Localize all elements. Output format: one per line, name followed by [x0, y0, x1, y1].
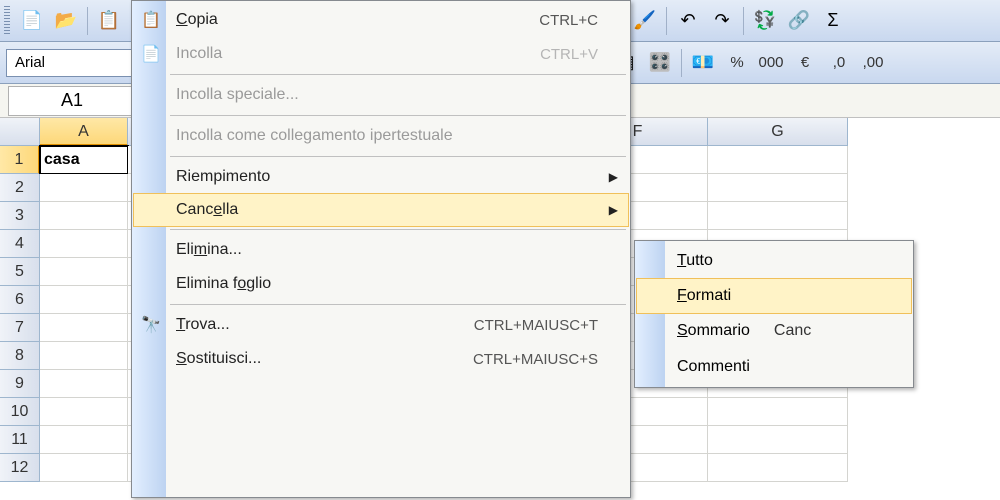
shortcut-label: Canc — [774, 322, 811, 340]
submenu-arrow-icon: ▶ — [609, 203, 618, 217]
row-header[interactable]: 11 — [0, 426, 40, 454]
paste-icon: 📄 — [140, 44, 162, 64]
edit-menu: 📋 Copia CTRL+C 📄 Incolla CTRL+V Incolla … — [131, 0, 631, 498]
menu-item-delete[interactable]: Elimina... — [134, 233, 628, 267]
row-header[interactable]: 5 — [0, 258, 40, 286]
cell[interactable] — [708, 454, 848, 482]
menu-item-paste-special: Incolla speciale... — [134, 78, 628, 112]
row-header[interactable]: 4 — [0, 230, 40, 258]
cell[interactable] — [40, 398, 128, 426]
menu-item-replace[interactable]: Sostituisci... CTRL+MAIUSC+S — [134, 342, 628, 376]
cell[interactable] — [708, 426, 848, 454]
shortcut-label: CTRL+MAIUSC+T — [474, 317, 598, 334]
font-selector[interactable]: Arial — [6, 49, 146, 77]
submenu-item-comments[interactable]: Commenti — [637, 349, 911, 385]
menu-item-copy[interactable]: 📋 Copia CTRL+C — [134, 3, 628, 37]
submenu-item-formats[interactable]: Formati — [636, 278, 912, 314]
thousands-format-button[interactable]: 000 — [755, 47, 787, 79]
shortcut-label: CTRL+MAIUSC+S — [473, 351, 598, 368]
cell[interactable] — [40, 342, 128, 370]
cell[interactable] — [40, 174, 128, 202]
paint-format-icon[interactable]: 🖌️ — [629, 5, 661, 37]
open-folder-icon[interactable]: 📂 — [50, 5, 82, 37]
cell[interactable] — [40, 370, 128, 398]
shortcut-label: CTRL+C — [539, 12, 598, 29]
new-file-icon[interactable]: 📄 — [16, 5, 48, 37]
copy-icon[interactable]: 📋 — [93, 5, 125, 37]
cell[interactable] — [708, 398, 848, 426]
copy-icon: 📋 — [140, 10, 162, 30]
link-icon[interactable]: 🔗 — [783, 5, 815, 37]
row-header[interactable]: 8 — [0, 342, 40, 370]
percent-format-button[interactable]: % — [721, 47, 753, 79]
clear-submenu: Tutto Formati Sommario Canc Commenti — [634, 240, 914, 388]
select-all-corner[interactable] — [0, 118, 40, 146]
row-header[interactable]: 10 — [0, 398, 40, 426]
menu-item-delete-sheet[interactable]: Elimina foglio — [134, 267, 628, 301]
cell[interactable] — [708, 202, 848, 230]
menu-item-find[interactable]: 🔭 Trova... CTRL+MAIUSC+T — [134, 308, 628, 342]
menu-item-paste-hyperlink: Incolla come collegamento ipertestuale — [134, 119, 628, 153]
submenu-item-contents[interactable]: Sommario Canc — [637, 313, 911, 349]
submenu-item-all[interactable]: Tutto — [637, 243, 911, 279]
cell[interactable] — [40, 230, 128, 258]
cell[interactable] — [708, 146, 848, 174]
currency-icon[interactable]: 💶 — [687, 47, 719, 79]
cell[interactable] — [40, 202, 128, 230]
cell[interactable] — [40, 314, 128, 342]
sum-icon[interactable]: Σ — [817, 5, 849, 37]
control-icon[interactable]: 🎛️ — [644, 47, 676, 79]
row-header[interactable]: 7 — [0, 314, 40, 342]
increase-decimal-button[interactable]: ,0 — [823, 47, 855, 79]
menu-item-fill[interactable]: Riempimento ▶ — [134, 160, 628, 194]
row-header[interactable]: 1 — [0, 146, 40, 174]
row-header[interactable]: 3 — [0, 202, 40, 230]
menu-item-clear[interactable]: Cancella ▶ — [133, 193, 629, 227]
col-header-G[interactable]: G — [708, 118, 848, 146]
binoculars-icon: 🔭 — [140, 315, 162, 335]
cell[interactable] — [708, 174, 848, 202]
redo-icon[interactable]: ↷ — [706, 5, 738, 37]
row-header[interactable]: 9 — [0, 370, 40, 398]
row-header[interactable]: 12 — [0, 454, 40, 482]
cell[interactable] — [40, 454, 128, 482]
cell[interactable] — [40, 426, 128, 454]
row-header[interactable]: 2 — [0, 174, 40, 202]
cell[interactable]: casa — [40, 146, 128, 174]
undo-icon[interactable]: ↶ — [672, 5, 704, 37]
name-box[interactable]: A1 — [8, 86, 136, 116]
euro-format-button[interactable]: € — [789, 47, 821, 79]
currency-convert-icon[interactable]: 💱 — [749, 5, 781, 37]
col-header-A[interactable]: A — [40, 118, 128, 146]
cell[interactable] — [40, 258, 128, 286]
shortcut-label: CTRL+V — [540, 46, 598, 63]
submenu-arrow-icon: ▶ — [609, 170, 618, 184]
decrease-decimal-button[interactable]: ,00 — [857, 47, 889, 79]
menu-item-paste: 📄 Incolla CTRL+V — [134, 37, 628, 71]
cell[interactable] — [40, 286, 128, 314]
toolbar-grip[interactable] — [4, 6, 10, 36]
row-header[interactable]: 6 — [0, 286, 40, 314]
